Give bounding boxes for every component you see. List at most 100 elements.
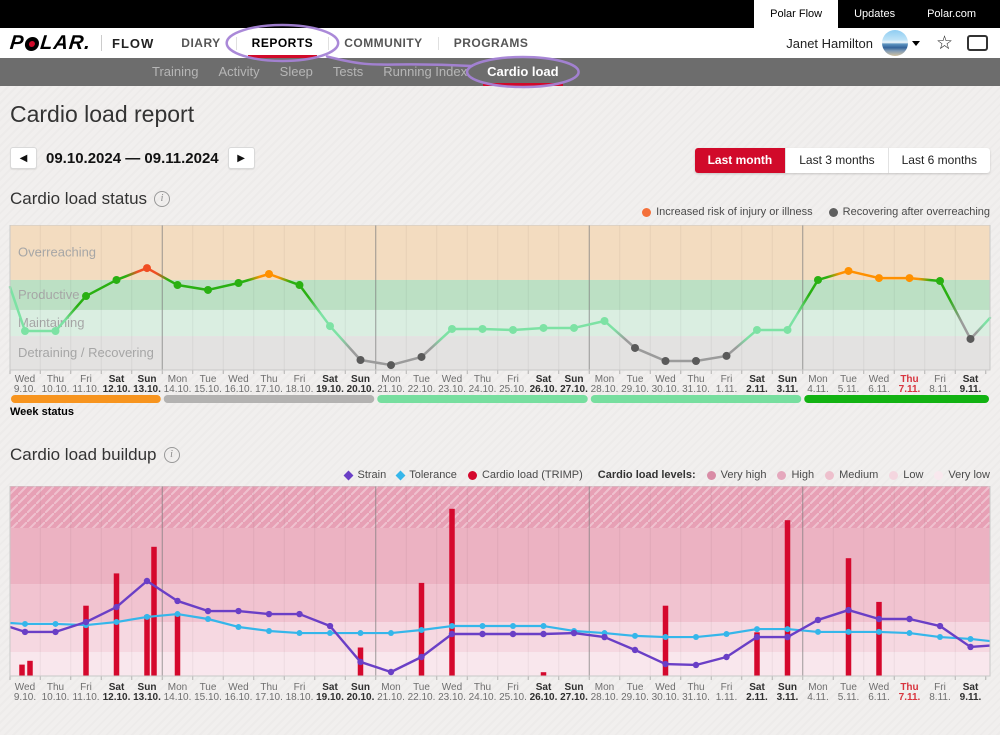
nav-item-programs[interactable]: PROGRAMS [439,28,544,58]
reports-subnav: TrainingActivitySleepTestsRunning IndexC… [0,58,1000,86]
legend-diamond-icon [344,470,354,480]
legend-dot-icon [468,471,477,480]
logo-o-dot [25,36,40,50]
main-navigation: PLAR. FLOW DIARYREPORTSCOMMUNITYPROGRAMS… [0,28,1000,58]
nav-item-reports[interactable]: REPORTS [237,28,329,58]
svg-text:28.10.: 28.10. [591,692,619,703]
svg-text:31.10.: 31.10. [682,692,710,703]
nav-item-community[interactable]: COMMUNITY [329,28,438,58]
svg-text:11.10.: 11.10. [72,384,99,395]
legend-label: Cardio load (TRIMP) [482,469,583,481]
period-selector: Last monthLast 3 monthsLast 6 months [695,148,990,173]
svg-text:8.11.: 8.11. [929,384,951,395]
legend-label: Strain [357,469,386,481]
svg-text:2.11.: 2.11. [746,692,768,703]
info-icon[interactable]: i [154,191,170,207]
svg-text:5.11.: 5.11. [838,384,860,395]
svg-text:16.10.: 16.10. [225,692,253,703]
page-title: Cardio load report [10,101,194,128]
user-name[interactable]: Janet Hamilton [786,36,873,51]
svg-text:6.11.: 6.11. [868,384,890,395]
next-period-button[interactable]: ▶ [228,147,255,169]
polar-flow-app: Polar FlowUpdatesPolar.com PLAR. FLOW DI… [0,0,1000,735]
svg-text:13.10.: 13.10. [133,692,161,703]
svg-text:20.10.: 20.10. [347,692,375,703]
range-button-last-6-months[interactable]: Last 6 months [888,148,990,173]
legend-item: Medium [825,469,878,481]
svg-text:17.10.: 17.10. [255,692,283,703]
legend-item: Strain [345,469,386,481]
legend-label: Recovering after overreaching [843,206,990,218]
prev-period-button[interactable]: ◀ [10,147,37,169]
svg-text:19.10.: 19.10. [316,692,344,703]
nav-items: DIARYREPORTSCOMMUNITYPROGRAMS [166,28,543,58]
cardio-load-levels-label: Cardio load levels: [598,469,696,481]
svg-text:15.10.: 15.10. [194,384,222,395]
svg-text:24.10.: 24.10. [469,692,497,703]
legend-dot-icon [707,471,716,480]
legend-dot-icon [777,471,786,480]
svg-text:17.10.: 17.10. [255,384,283,395]
svg-text:30.10.: 30.10. [652,384,680,395]
svg-text:25.10.: 25.10. [499,692,527,703]
legend-dot-icon [934,471,943,480]
subnav-item-training[interactable]: Training [142,58,208,86]
svg-text:29.10.: 29.10. [621,692,649,703]
svg-text:7.11.: 7.11. [899,692,921,703]
legend-item: Very low [934,469,990,481]
svg-text:3.11.: 3.11. [777,384,799,395]
svg-text:22.10.: 22.10. [408,384,436,395]
svg-text:12.10.: 12.10. [103,384,131,395]
legend-label: Medium [839,469,878,481]
nav-item-diary[interactable]: DIARY [166,28,235,58]
range-button-last-3-months[interactable]: Last 3 months [785,148,887,173]
svg-text:20.10.: 20.10. [347,384,375,395]
legend-item: Cardio load (TRIMP) [468,469,583,481]
legend-label: Tolerance [409,469,457,481]
topbar-tab-polar-com[interactable]: Polar.com [911,0,992,28]
legend-dot-icon [889,471,898,480]
svg-text:26.10.: 26.10. [530,384,558,395]
subnav-item-tests[interactable]: Tests [323,58,373,86]
svg-text:9.11.: 9.11. [960,692,982,703]
legend-item: Tolerance [397,469,457,481]
avatar[interactable] [882,30,908,56]
svg-text:9.11.: 9.11. [960,384,982,395]
buildup-section-heading: Cardio load buildup i [10,445,180,465]
svg-text:15.10.: 15.10. [194,692,222,703]
svg-text:18.10.: 18.10. [286,692,314,703]
date-navigation: ◀ 09.10.2024 — 09.11.2024 ▶ [10,147,255,169]
polar-logo[interactable]: PLAR. [9,32,92,55]
cardio-load-buildup-chart: Wed9.10.Thu10.10.Fri11.10.Sat12.10.Sun13… [0,486,1000,708]
status-legend: Increased risk of injury or illness Recov… [642,206,990,218]
svg-text:19.10.: 19.10. [316,384,344,395]
svg-text:Overreaching: Overreaching [18,244,96,259]
topbar-tab-polar-flow[interactable]: Polar Flow [754,0,838,28]
svg-text:26.10.: 26.10. [530,692,558,703]
svg-text:Detraining / Recovering: Detraining / Recovering [18,345,154,360]
cardio-load-status-chart: OverreachingProductiveMaintainingDetrain… [0,225,1000,421]
chevron-down-icon[interactable] [912,41,920,46]
svg-text:27.10.: 27.10. [560,692,588,703]
legend-item: Very high [707,469,767,481]
legend-label: Increased risk of injury or illness [656,206,813,218]
favorite-star-icon[interactable]: ☆ [936,34,953,53]
subnav-item-sleep[interactable]: Sleep [270,58,323,86]
topbar-tabs: Polar FlowUpdatesPolar.com [754,0,992,28]
svg-text:7.11.: 7.11. [899,384,921,395]
topbar-tab-updates[interactable]: Updates [838,0,911,28]
svg-text:8.11.: 8.11. [929,692,951,703]
legend-label: High [791,469,814,481]
svg-text:31.10.: 31.10. [682,384,710,395]
svg-text:1.11.: 1.11. [716,384,738,395]
svg-text:9.10.: 9.10. [14,692,36,703]
subnav-item-activity[interactable]: Activity [208,58,269,86]
svg-text:3.11.: 3.11. [777,692,799,703]
range-button-last-month[interactable]: Last month [695,148,786,173]
svg-text:30.10.: 30.10. [652,692,680,703]
svg-text:24.10.: 24.10. [469,384,497,395]
subnav-item-cardio-load[interactable]: Cardio load [477,58,569,86]
feedback-icon[interactable] [967,35,988,51]
info-icon[interactable]: i [164,447,180,463]
subnav-item-running-index[interactable]: Running Index [373,58,477,86]
